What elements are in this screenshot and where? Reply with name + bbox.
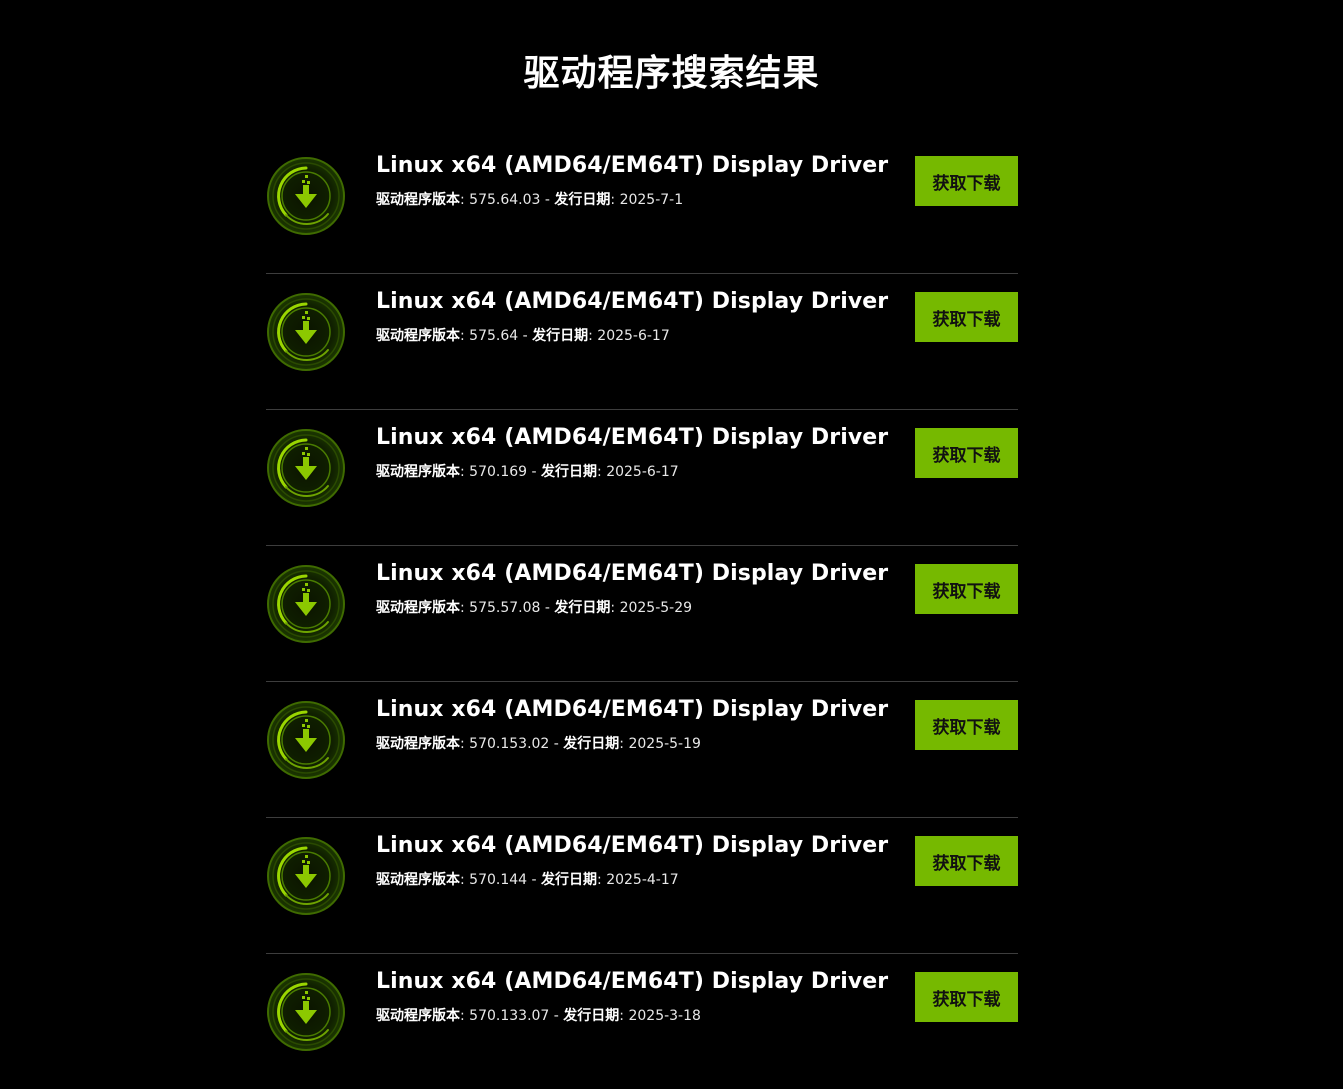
driver-meta: 驱动程序版本: 575.64 - 发行日期: 2025-6-17 — [376, 328, 670, 344]
version-value: 570.144 — [469, 872, 528, 888]
date-value: 2025-6-17 — [597, 328, 670, 344]
driver-meta: 驱动程序版本: 570.144 - 发行日期: 2025-4-17 — [376, 872, 679, 888]
get-download-button[interactable]: 获取下载 — [915, 836, 1018, 886]
date-label: 发行日期 — [563, 1008, 620, 1024]
get-download-button[interactable]: 获取下载 — [915, 972, 1018, 1022]
driver-info: Linux x64 (AMD64/EM64T) Display Driver 驱… — [376, 286, 896, 346]
version-label: 驱动程序版本 — [376, 600, 460, 616]
get-download-button[interactable]: 获取下载 — [915, 156, 1018, 206]
version-value: 575.64.03 — [469, 192, 541, 208]
date-label: 发行日期 — [532, 328, 589, 344]
download-icon — [266, 836, 346, 916]
result-row: Linux x64 (AMD64/EM64T) Display Driver 驱… — [266, 410, 1018, 546]
version-value: 570.169 — [469, 464, 528, 480]
download-icon — [266, 700, 346, 780]
version-value: 570.153.02 — [469, 736, 550, 752]
driver-info: Linux x64 (AMD64/EM64T) Display Driver 驱… — [376, 966, 896, 1026]
result-row: Linux x64 (AMD64/EM64T) Display Driver 驱… — [266, 546, 1018, 682]
download-icon — [266, 972, 346, 1052]
driver-info: Linux x64 (AMD64/EM64T) Display Driver 驱… — [376, 150, 896, 210]
result-row: Linux x64 (AMD64/EM64T) Display Driver 驱… — [266, 274, 1018, 410]
date-value: 2025-6-17 — [606, 464, 679, 480]
result-row: Linux x64 (AMD64/EM64T) Display Driver 驱… — [266, 138, 1018, 274]
result-row: Linux x64 (AMD64/EM64T) Display Driver 驱… — [266, 954, 1018, 1089]
date-value: 2025-5-19 — [628, 736, 701, 752]
download-icon — [266, 292, 346, 372]
date-label: 发行日期 — [554, 600, 611, 616]
driver-info: Linux x64 (AMD64/EM64T) Display Driver 驱… — [376, 694, 896, 754]
driver-meta: 驱动程序版本: 575.64.03 - 发行日期: 2025-7-1 — [376, 192, 684, 208]
driver-meta: 驱动程序版本: 575.57.08 - 发行日期: 2025-5-29 — [376, 600, 693, 616]
get-download-button[interactable]: 获取下载 — [915, 564, 1018, 614]
get-download-button[interactable]: 获取下载 — [915, 428, 1018, 478]
date-value: 2025-5-29 — [619, 600, 693, 616]
driver-meta: 驱动程序版本: 570.153.02 - 发行日期: 2025-5-19 — [376, 736, 701, 752]
date-value: 2025-7-1 — [619, 192, 684, 208]
version-value: 570.133.07 — [469, 1008, 550, 1024]
download-icon — [266, 156, 346, 236]
date-label: 发行日期 — [541, 872, 598, 888]
date-label: 发行日期 — [541, 464, 598, 480]
date-value: 2025-4-17 — [606, 872, 679, 888]
get-download-button[interactable]: 获取下载 — [915, 700, 1018, 750]
driver-name[interactable]: Linux x64 (AMD64/EM64T) Display Driver — [376, 830, 896, 862]
version-label: 驱动程序版本 — [376, 872, 460, 888]
driver-name[interactable]: Linux x64 (AMD64/EM64T) Display Driver — [376, 150, 896, 182]
version-value: 575.57.08 — [469, 600, 541, 616]
driver-name[interactable]: Linux x64 (AMD64/EM64T) Display Driver — [376, 286, 896, 318]
driver-name[interactable]: Linux x64 (AMD64/EM64T) Display Driver — [376, 694, 896, 726]
result-row: Linux x64 (AMD64/EM64T) Display Driver 驱… — [266, 818, 1018, 954]
date-value: 2025-3-18 — [628, 1008, 701, 1024]
driver-name[interactable]: Linux x64 (AMD64/EM64T) Display Driver — [376, 558, 896, 590]
page-title: 驱动程序搜索结果 — [523, 53, 820, 94]
download-icon — [266, 564, 346, 644]
driver-info: Linux x64 (AMD64/EM64T) Display Driver 驱… — [376, 422, 896, 482]
version-label: 驱动程序版本 — [376, 192, 460, 208]
date-label: 发行日期 — [563, 736, 620, 752]
version-label: 驱动程序版本 — [376, 464, 460, 480]
version-label: 驱动程序版本 — [376, 736, 460, 752]
version-label: 驱动程序版本 — [376, 1008, 460, 1024]
driver-info: Linux x64 (AMD64/EM64T) Display Driver 驱… — [376, 830, 896, 890]
version-value: 575.64 — [469, 328, 519, 344]
driver-meta: 驱动程序版本: 570.133.07 - 发行日期: 2025-3-18 — [376, 1008, 701, 1024]
download-icon — [266, 428, 346, 508]
get-download-button[interactable]: 获取下载 — [915, 292, 1018, 342]
driver-info: Linux x64 (AMD64/EM64T) Display Driver 驱… — [376, 558, 896, 618]
results-list: Linux x64 (AMD64/EM64T) Display Driver 驱… — [266, 138, 1018, 1089]
driver-name[interactable]: Linux x64 (AMD64/EM64T) Display Driver — [376, 422, 896, 454]
date-label: 发行日期 — [554, 192, 611, 208]
driver-meta: 驱动程序版本: 570.169 - 发行日期: 2025-6-17 — [376, 464, 679, 480]
version-label: 驱动程序版本 — [376, 328, 460, 344]
driver-name[interactable]: Linux x64 (AMD64/EM64T) Display Driver — [376, 966, 896, 998]
result-row: Linux x64 (AMD64/EM64T) Display Driver 驱… — [266, 682, 1018, 818]
